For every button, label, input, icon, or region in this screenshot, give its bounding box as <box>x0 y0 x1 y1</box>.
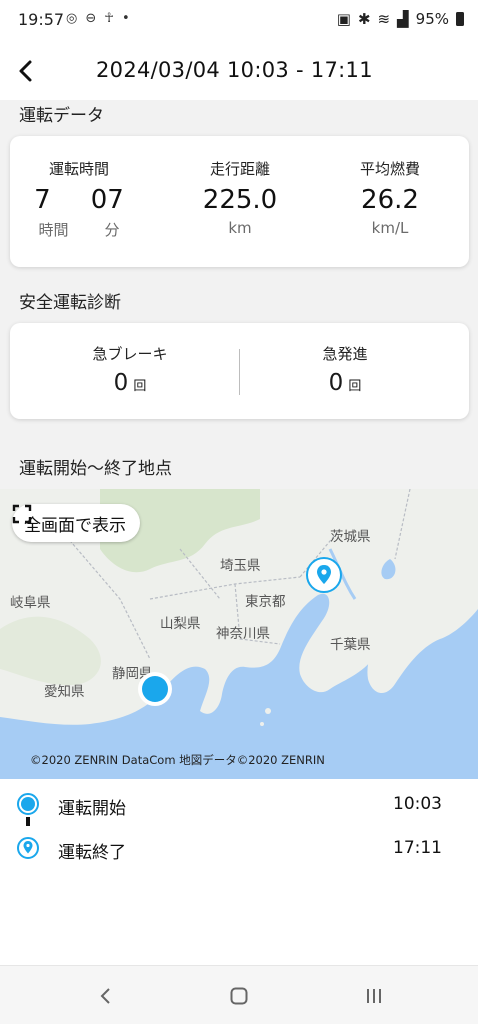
drive-hours-unit: 時間 <box>38 221 69 239</box>
sudden-brake-label: 急ブレーキ <box>92 345 168 363</box>
status-right: ▣ ✱ ≋ ▟ 95% <box>337 10 464 28</box>
signal-icon: ▟ <box>397 10 409 28</box>
route-legend: 運転開始 10:03 運転終了 17:11 <box>0 779 478 965</box>
safety-card: 急ブレーキ 0 回 急発進 0 回 <box>10 323 469 419</box>
drive-time-label: 運転時間 <box>48 160 109 178</box>
map-copyright: ©2020 ZENRIN DataCom 地図データ©2020 ZENRIN <box>30 753 325 767</box>
accessibility-icon: ☥ <box>104 11 114 26</box>
map-island-small <box>260 722 264 726</box>
drive-time-stat: 運転時間 7 07 時間 分 <box>24 158 134 240</box>
drive-minutes-unit: 分 <box>104 221 120 239</box>
fuel-unit: km/L <box>371 219 409 237</box>
map-island <box>265 708 271 714</box>
sudden-brake-value: 0 <box>113 370 129 396</box>
expand-icon <box>12 504 32 524</box>
pref-saitama: 埼玉県 <box>220 558 261 574</box>
pref-chiba: 千葉県 <box>330 637 371 653</box>
back-arrow-icon[interactable] <box>10 54 44 88</box>
legend-connector <box>26 817 30 826</box>
fuel-stat: 平均燃費 26.2 km/L <box>330 158 450 237</box>
safety-divider <box>239 349 240 395</box>
legend-end-time: 17:11 <box>393 838 442 858</box>
battery-icon <box>456 12 464 26</box>
drive-data-card: 運転時間 7 07 時間 分 走行距離 225.0 km 平均燃費 26.2 k… <box>10 136 469 267</box>
fullscreen-button[interactable]: 全画面で表示 <box>12 504 140 542</box>
drive-hours-value: 7 <box>34 185 51 215</box>
legend-end-label: 運転終了 <box>58 843 126 863</box>
start-dot-icon <box>17 793 39 815</box>
legend-start-time: 10:03 <box>393 794 442 814</box>
app-header: 2024/03/04 10:03 - 17:11 <box>0 40 478 100</box>
legend-start-row: 運転開始 10:03 <box>0 789 478 819</box>
sudden-start-stat: 急発進 0 回 <box>285 343 405 396</box>
end-marker-icon[interactable] <box>305 556 343 594</box>
status-bar: 19:57 ◎ ⊖ ☥ • ▣ ✱ ≋ ▟ 95% <box>0 0 478 40</box>
route-heading: 運転開始〜終了地点 <box>19 459 172 479</box>
dot-icon: • <box>121 11 130 26</box>
fuel-label: 平均燃費 <box>359 160 420 178</box>
pref-kanagawa: 神奈川県 <box>216 626 270 642</box>
fullscreen-label: 全画面で表示 <box>24 515 126 536</box>
nav-back-icon[interactable] <box>96 986 116 1006</box>
safety-heading: 安全運転診断 <box>19 293 121 313</box>
start-marker-icon[interactable] <box>136 670 174 708</box>
pref-tokyo: 東京都 <box>245 594 286 610</box>
page-title: 2024/03/04 10:03 - 17:11 <box>96 58 373 82</box>
route-map[interactable]: 茨城県 埼玉県 岐阜県 東京都 山梨県 神奈川県 千葉県 静岡県 愛知県 全画面… <box>0 489 478 779</box>
distance-unit: km <box>228 219 252 237</box>
hotspot-icon: ◎ <box>66 11 78 26</box>
sudden-start-unit: 回 <box>348 379 362 394</box>
sudden-brake-unit: 回 <box>133 379 147 394</box>
drive-data-heading: 運転データ <box>19 106 104 126</box>
status-left-icons: ◎ ⊖ ☥ • <box>66 11 130 26</box>
distance-label: 走行距離 <box>209 160 270 178</box>
pref-yamanashi: 山梨県 <box>160 616 201 632</box>
status-time: 19:57 <box>18 10 65 29</box>
bluetooth-icon: ✱ <box>357 10 371 28</box>
pref-gifu: 岐阜県 <box>10 595 51 611</box>
legend-end-row: 運転終了 17:11 <box>0 833 478 863</box>
sudden-start-value: 0 <box>328 370 344 396</box>
end-pin-icon <box>17 837 39 859</box>
wifi-icon: ≋ <box>377 10 391 28</box>
legend-start-label: 運転開始 <box>58 799 126 819</box>
distance-value: 225.0 <box>202 185 278 215</box>
battery-percent: 95% <box>415 10 449 28</box>
pref-ibaraki: 茨城県 <box>330 529 371 545</box>
distance-stat: 走行距離 225.0 km <box>180 158 300 237</box>
sudden-start-label: 急発進 <box>322 345 368 363</box>
sudden-brake-stat: 急ブレーキ 0 回 <box>70 343 190 396</box>
nav-home-icon[interactable] <box>229 986 249 1006</box>
system-nav-bar <box>0 965 478 1024</box>
nfc-icon: ▣ <box>336 10 351 28</box>
fuel-value: 26.2 <box>361 185 419 215</box>
drive-minutes-value: 07 <box>90 185 124 215</box>
dnd-icon: ⊖ <box>85 11 97 26</box>
pref-aichi: 愛知県 <box>44 684 85 700</box>
nav-recents-icon[interactable] <box>364 986 384 1006</box>
